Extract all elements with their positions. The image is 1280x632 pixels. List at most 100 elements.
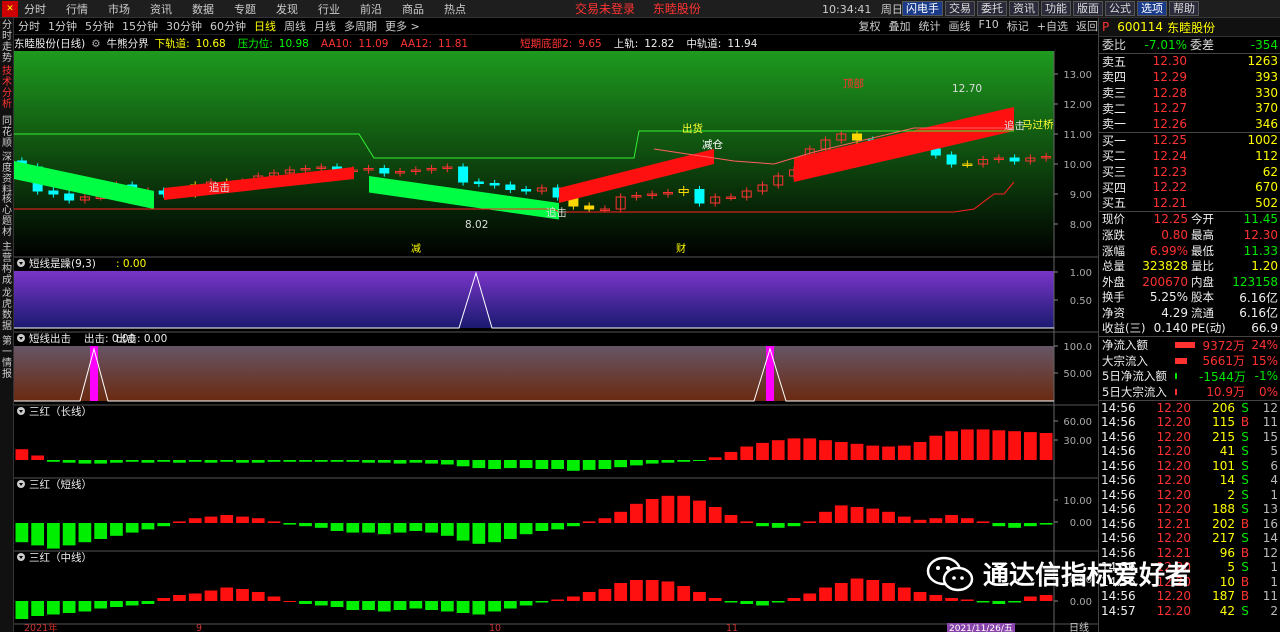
hist-bar: [204, 516, 218, 523]
period-tab[interactable]: 日线: [254, 18, 276, 34]
chart-tool-button[interactable]: 画线: [948, 18, 970, 34]
tick-count: 11: [1262, 415, 1278, 430]
money-flow-row: 5日大宗流入 10.9万 0%: [1099, 384, 1280, 400]
left-tab[interactable]: 核心题材: [1, 194, 13, 238]
hist-bar: [330, 460, 344, 462]
chart-tool-button[interactable]: 叠加: [888, 18, 910, 34]
stat-row: 净资 4.29 流通 6.16亿: [1099, 305, 1280, 321]
menu-item[interactable]: 发现: [276, 1, 298, 17]
hist-bar: [456, 523, 470, 541]
menu-item[interactable]: 热点: [444, 1, 466, 17]
menu-item[interactable]: 专题: [234, 1, 256, 17]
period-tab[interactable]: 1分钟: [48, 18, 77, 34]
order-book-row[interactable]: 买五 12.21 502: [1099, 195, 1280, 211]
panel-title-text: 三红（长线）: [29, 405, 92, 418]
tick-row: 14:56 12.20 206 S 12: [1099, 401, 1280, 416]
menu-item[interactable]: 行业: [318, 1, 340, 17]
chart-tool-button[interactable]: F10: [978, 18, 998, 34]
period-tab[interactable]: 60分钟: [210, 18, 246, 34]
order-book-row[interactable]: 卖二 12.27 370: [1099, 100, 1280, 116]
stat-label: 换手: [1102, 290, 1125, 305]
stat-label: 最低: [1191, 243, 1214, 258]
candle-body: [48, 190, 59, 195]
chart-tool-button[interactable]: +自选: [1037, 18, 1068, 34]
tick-count: 5: [1270, 444, 1278, 459]
order-book-row[interactable]: 卖三 12.28 330: [1099, 85, 1280, 101]
chart-tool-button[interactable]: 统计: [918, 18, 940, 34]
period-tab[interactable]: 30分钟: [166, 18, 202, 34]
hist-bar: [976, 429, 990, 460]
menu-item[interactable]: 数据: [192, 1, 214, 17]
chart-area[interactable]: 短线是躁(9,3): 0.00 短线出击 出击: 0.00 三红（长线） 三红（短线） 三…: [14, 51, 1098, 632]
tick-count: 1: [1270, 487, 1278, 502]
chart-tool-button[interactable]: 复权: [858, 18, 880, 34]
order-book-row[interactable]: 卖一 12.26 346: [1099, 116, 1280, 132]
toolbar-button[interactable]: 选项: [1137, 1, 1167, 16]
period-tab[interactable]: 15分钟: [122, 18, 158, 34]
chart-tool-button[interactable]: 标记: [1007, 18, 1029, 34]
tick-volume: 42: [1219, 603, 1235, 618]
period-tab[interactable]: 多周期: [344, 18, 377, 34]
period-tab[interactable]: 周线: [284, 18, 306, 34]
hist-bar: [299, 523, 312, 527]
left-tab[interactable]: 分时走势: [1, 20, 13, 64]
app-logo-icon[interactable]: ✕: [2, 0, 18, 17]
menu-item[interactable]: 市场: [108, 1, 130, 17]
toolbar-button[interactable]: 功能: [1041, 1, 1071, 16]
stat-label: 涨幅: [1102, 243, 1125, 258]
toolbar-button[interactable]: 资讯: [1009, 1, 1039, 16]
menu-item[interactable]: 资讯: [150, 1, 172, 17]
tick-price: 12.20: [1156, 502, 1191, 517]
stat-row: 涨跌 0.80 最高 12.30: [1099, 227, 1280, 243]
chart-tool-button[interactable]: 返回: [1076, 18, 1098, 34]
aa12-value: 11.81: [438, 37, 469, 50]
watermark-text: 通达信指标爱好者: [983, 561, 1192, 591]
hist-bar: [1008, 431, 1021, 460]
left-tab[interactable]: 技术分析: [1, 66, 13, 110]
left-tab[interactable]: 第一情报: [1, 336, 13, 380]
toolbar-button[interactable]: 公式: [1105, 1, 1135, 16]
candle-body: [489, 183, 500, 186]
left-tab[interactable]: 深度资料: [1, 152, 13, 196]
candle-body: [946, 154, 957, 165]
indicator-name[interactable]: 牛熊分界: [107, 36, 149, 51]
period-tab[interactable]: 月线: [314, 18, 336, 34]
order-book-row[interactable]: 买三 12.23 62: [1099, 164, 1280, 180]
order-book-row[interactable]: 买一 12.25 1002: [1099, 133, 1280, 149]
period-tab[interactable]: 分时: [18, 18, 40, 34]
kline-chart[interactable]: 短线是躁(9,3): 0.00 短线出击 出击: 0.00 三红（长线） 三红（短线） 三…: [14, 51, 1098, 632]
period-tab[interactable]: 更多 >: [385, 18, 420, 34]
tick-price: 12.20: [1156, 531, 1191, 546]
period-tab[interactable]: 5分钟: [85, 18, 114, 34]
toolbar-button[interactable]: 版面: [1073, 1, 1103, 16]
stat-value: 1.20: [1251, 259, 1278, 274]
tick-price: 12.20: [1156, 458, 1191, 473]
toolbar-button[interactable]: 帮助: [1169, 1, 1199, 16]
order-book-row[interactable]: 买二 12.24 112: [1099, 148, 1280, 164]
hist-bar: [740, 521, 754, 523]
menu-item[interactable]: 分时: [24, 1, 46, 17]
toolbar-button[interactable]: 交易: [945, 1, 975, 16]
order-book-row[interactable]: 卖四 12.29 393: [1099, 69, 1280, 85]
menu-item[interactable]: 商品: [402, 1, 424, 17]
menu-item[interactable]: 前沿: [360, 1, 382, 17]
left-tab[interactable]: 龙虎数据: [1, 288, 13, 332]
hist-bar: [1039, 523, 1053, 525]
menu-item[interactable]: 行情: [66, 1, 88, 17]
hist-bar: [771, 440, 785, 460]
flow-value: 9372万: [1202, 338, 1245, 353]
order-book-row[interactable]: 买四 12.22 670: [1099, 179, 1280, 195]
hist-bar: [945, 598, 958, 601]
toolbar-button[interactable]: 委托: [977, 1, 1007, 16]
left-tab[interactable]: 主营构成: [1, 242, 13, 286]
gear-icon[interactable]: ⚙: [91, 38, 100, 50]
left-tab[interactable]: 同花顺: [1, 116, 13, 149]
login-status[interactable]: 交易未登录: [575, 2, 635, 16]
hist-bar: [866, 580, 880, 601]
order-volume: 346: [1255, 116, 1278, 131]
order-book-row[interactable]: 卖五 12.30 1263: [1099, 54, 1280, 70]
stat-label: 股本: [1191, 290, 1214, 305]
toolbar-button[interactable]: 闪电手: [902, 1, 943, 16]
order-label: 买四: [1102, 180, 1127, 195]
left-tab-bar: 分时走势技术分析同花顺深度资料 核心题材主营构成龙虎数据第一情报: [0, 18, 14, 632]
